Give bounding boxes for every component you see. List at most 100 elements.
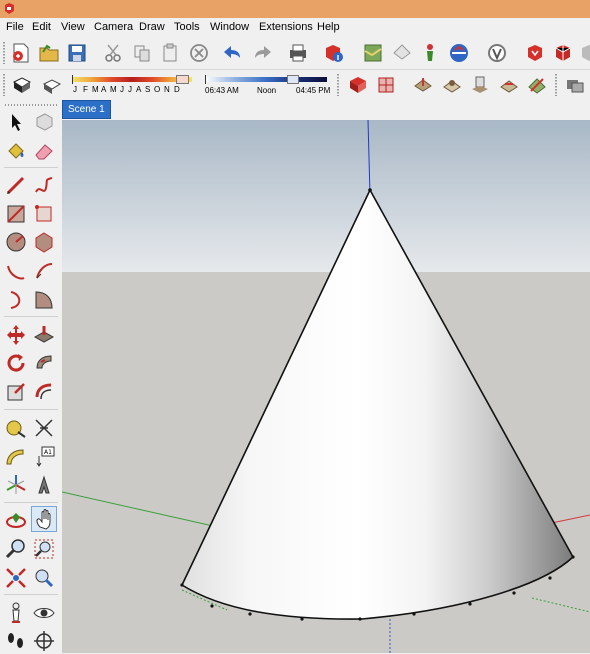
time-slider-handle[interactable] [205,75,206,84]
time-slider-thumb[interactable] [287,75,299,84]
month-label: J [73,85,77,94]
menu-view[interactable]: View [61,21,85,33]
zoom-extents-icon[interactable] [3,565,29,591]
undo-icon[interactable] [221,41,245,65]
erase-icon[interactable] [187,41,211,65]
toolbar-grip[interactable] [3,74,5,96]
extension-icon[interactable] [485,41,509,65]
scale-icon[interactable] [3,379,29,405]
dimension-icon[interactable] [31,415,57,441]
toolbar-grip[interactable] [337,74,339,96]
scene-canvas[interactable] [62,120,590,653]
separator [4,409,58,410]
component-icon[interactable] [31,109,57,135]
previous-view-icon[interactable] [31,565,57,591]
sandbox-icon[interactable] [346,73,370,97]
menu-file[interactable]: File [6,21,24,33]
select-icon[interactable] [3,109,29,135]
month-label: M [92,85,99,94]
paint-bucket-icon[interactable] [3,138,29,164]
eraser-icon[interactable] [31,138,57,164]
save-icon[interactable] [65,41,89,65]
share-icon[interactable] [390,41,414,65]
shadow-toggle-icon[interactable] [10,73,34,97]
pan-icon[interactable] [31,506,57,532]
section-plane-icon[interactable] [31,628,57,654]
polygon-icon[interactable] [31,229,57,255]
menu-window[interactable]: Window [210,21,249,33]
freehand-icon[interactable] [31,172,57,198]
warehouse-icon[interactable] [447,41,471,65]
scene-tab[interactable]: Scene 1 [62,100,111,119]
fog-icon[interactable] [40,73,64,97]
circle-icon[interactable] [3,229,29,255]
toolbar-grip[interactable] [5,104,57,106]
stamp-icon[interactable] [468,73,492,97]
date-slider-handle[interactable] [72,75,73,84]
svg-text:A1: A1 [44,449,52,456]
date-slider-thumb[interactable] [176,75,189,84]
person-icon[interactable] [418,41,442,65]
toolbar-grip[interactable] [555,74,557,96]
push-pull-icon[interactable] [31,322,57,348]
date-slider-track[interactable] [72,77,192,82]
drape-icon[interactable] [497,73,521,97]
month-label: S [145,85,151,94]
three-point-arc-icon[interactable] [31,287,57,313]
protractor-icon[interactable] [3,444,29,470]
two-point-arc-icon[interactable] [3,287,29,313]
zoom-icon[interactable] [3,536,29,562]
text-icon[interactable]: A1 [31,444,57,470]
from-contours-icon[interactable] [374,73,398,97]
position-camera-icon[interactable] [3,600,29,626]
copy-icon[interactable] [130,41,154,65]
ruby-console-icon[interactable] [578,41,590,65]
menu-edit[interactable]: Edit [32,21,51,33]
pie-icon[interactable] [31,258,57,284]
offset-icon[interactable] [31,379,57,405]
model-viewport[interactable] [62,120,590,653]
open-icon[interactable] [37,41,61,65]
month-label: A [136,85,142,94]
look-around-icon[interactable] [31,600,57,626]
menu-extensions[interactable]: Extensions [259,21,313,33]
redo-icon[interactable] [250,41,274,65]
new-icon[interactable] [9,41,33,65]
component-icon[interactable] [551,41,575,65]
toolbar-grip[interactable] [3,42,5,64]
print-icon[interactable] [286,41,310,65]
arc-icon[interactable] [3,258,29,284]
layers-icon[interactable] [563,73,587,97]
rotated-rectangle-icon[interactable] [31,201,57,227]
rectangle-icon[interactable] [3,201,29,227]
cut-icon[interactable] [101,41,125,65]
smoove-icon[interactable] [440,73,464,97]
paste-icon[interactable] [158,41,182,65]
zoom-window-icon[interactable] [31,536,57,562]
menu-tools[interactable]: Tools [174,21,200,33]
standard-toolbar [0,37,590,70]
month-label: N [164,85,170,94]
ruby-icon[interactable] [523,41,547,65]
month-label: M [110,85,117,94]
tape-measure-icon[interactable] [3,415,29,441]
move-icon[interactable] [3,322,29,348]
menu-camera[interactable]: Camera [94,21,133,33]
walk-icon[interactable] [3,628,29,654]
rotate-icon[interactable] [3,350,29,376]
large-tool-set: A1 [0,100,62,653]
menu-draw[interactable]: Draw [139,21,165,33]
sketchup-logo-icon [5,3,14,14]
from-scratch-icon[interactable] [411,73,435,97]
menu-help[interactable]: Help [317,21,340,33]
axes-icon[interactable] [3,472,29,498]
follow-me-icon[interactable] [31,350,57,376]
line-icon[interactable] [3,172,29,198]
3d-text-icon[interactable] [31,472,57,498]
time-slider-track[interactable] [205,77,327,82]
orbit-icon[interactable] [3,508,29,534]
flip-edge-icon[interactable] [525,73,549,97]
model-info-icon[interactable] [322,41,346,65]
month-label: D [174,85,180,94]
map-icon[interactable] [361,41,385,65]
